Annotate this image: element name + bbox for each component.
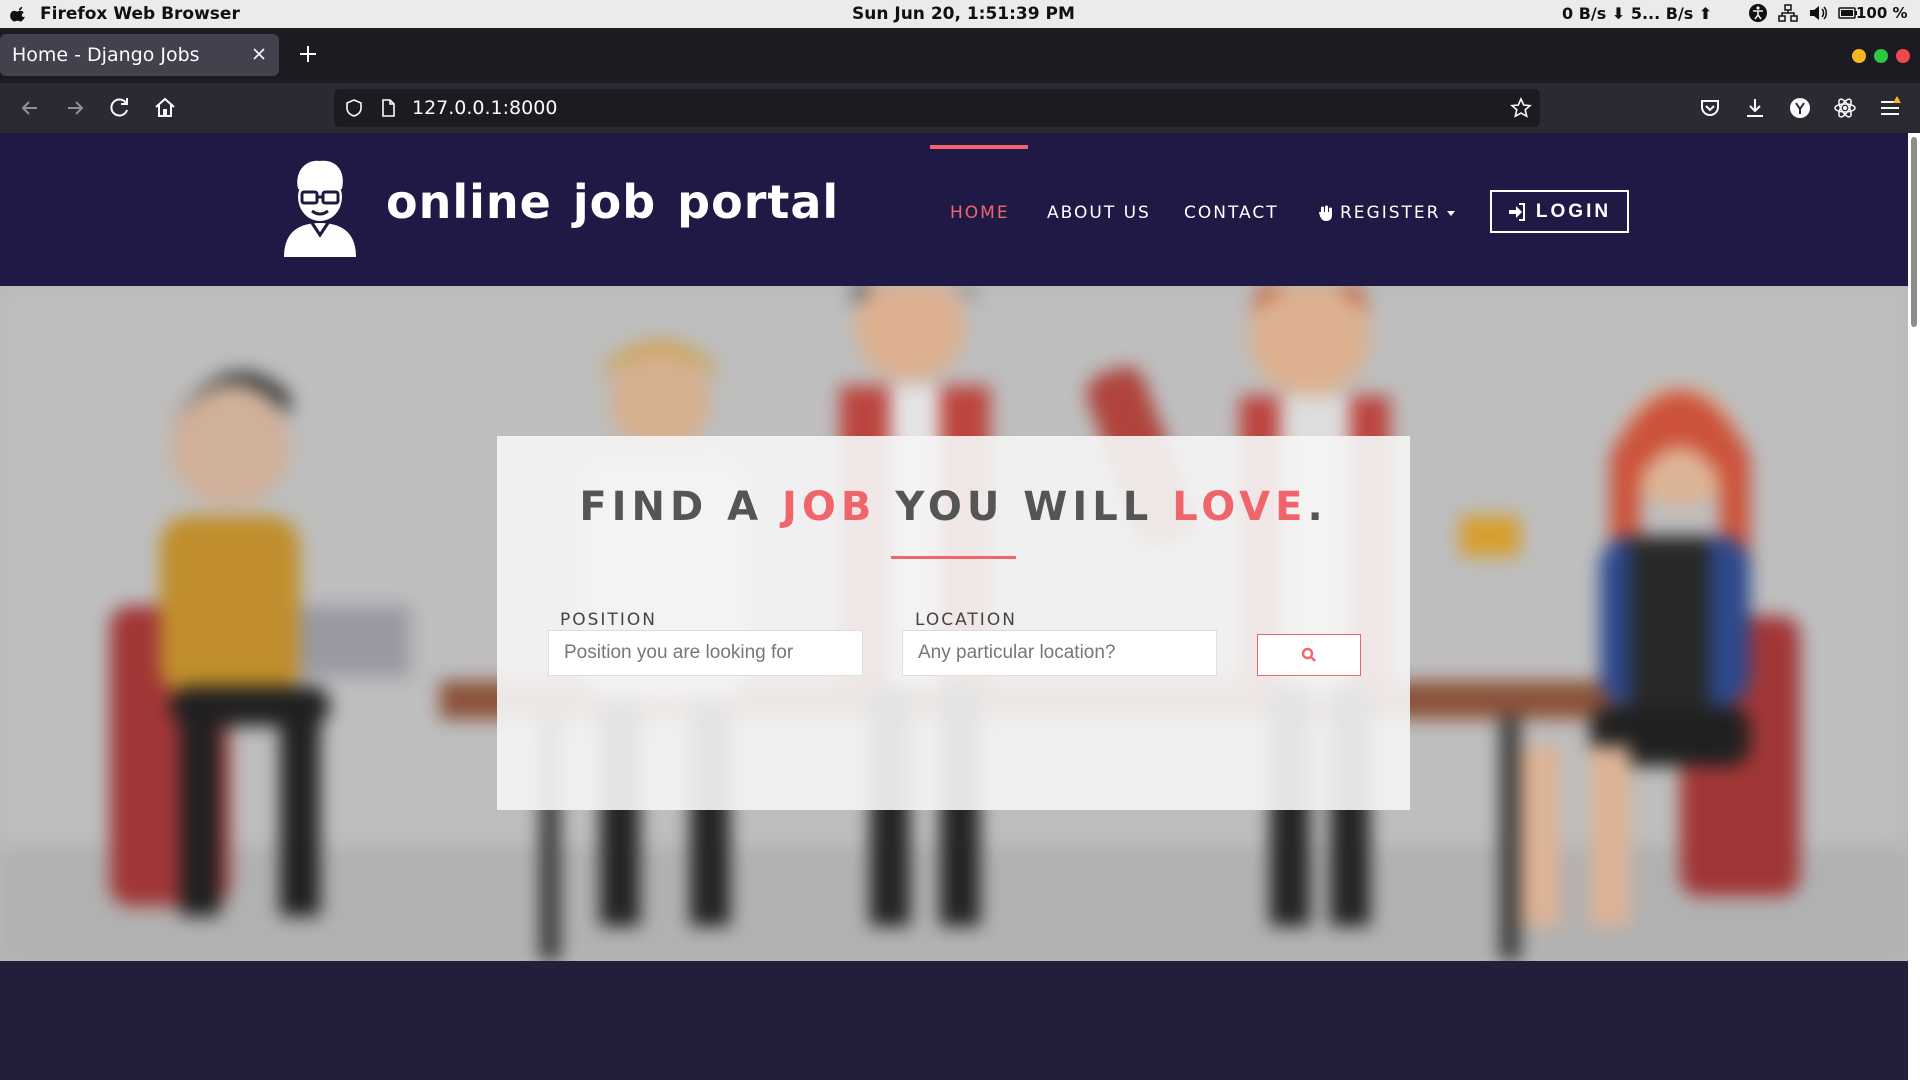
react-devtools-icon[interactable] [1832, 95, 1858, 121]
tab-title: Home - Django Jobs [12, 44, 200, 66]
headline-part-1: FIND A [579, 484, 783, 530]
job-search-panel: FIND A JOB YOU WILL LOVE. POSITION LOCAT… [497, 436, 1410, 810]
nav-home[interactable]: HOME [950, 203, 1010, 223]
nav-contact[interactable]: CONTACT [1184, 203, 1279, 223]
login-label: LOGIN [1535, 200, 1612, 222]
site-header: online job portal HOME ABOUT US CONTACT … [0, 133, 1908, 286]
menu-icon[interactable] [1877, 95, 1903, 121]
browser-tab[interactable]: Home - Django Jobs [0, 34, 279, 76]
nav-register-dropdown[interactable]: REGISTER [1316, 203, 1456, 223]
caret-down-icon [1447, 211, 1456, 216]
home-icon[interactable] [152, 95, 178, 121]
active-nav-indicator [930, 145, 1028, 149]
register-label: REGISTER [1340, 203, 1441, 223]
sign-in-icon [1508, 202, 1525, 221]
page-scrollbar[interactable] [1908, 133, 1920, 1080]
battery-percentage: 100 % [1856, 4, 1908, 22]
forward-arrow-icon[interactable] [62, 95, 88, 121]
new-tab-icon[interactable] [296, 42, 320, 66]
app-name[interactable]: Firefox Web Browser [40, 4, 240, 24]
location-label: LOCATION [915, 610, 1017, 630]
browser-toolbar: 127.0.0.1:8000 [0, 83, 1920, 133]
apple-icon[interactable] [10, 4, 28, 22]
nav-about-us[interactable]: ABOUT US [1047, 203, 1151, 223]
close-icon[interactable] [250, 45, 268, 63]
volume-icon[interactable] [1808, 3, 1828, 23]
login-button[interactable]: LOGIN [1490, 190, 1629, 233]
bookmark-star-icon[interactable] [1510, 97, 1532, 119]
extension-y-icon[interactable] [1787, 95, 1813, 121]
position-input[interactable] [548, 630, 863, 676]
window-controls [1852, 49, 1910, 63]
minimize-button[interactable] [1852, 49, 1866, 63]
shield-icon[interactable] [344, 98, 364, 118]
headline-period: . [1307, 484, 1328, 530]
back-arrow-icon[interactable] [17, 95, 43, 121]
hand-pointer-icon [1319, 205, 1332, 221]
os-top-bar: Firefox Web Browser Sun Jun 20, 1:51:39 … [0, 0, 1920, 28]
accessibility-icon[interactable] [1748, 3, 1768, 23]
headline-job: JOB [782, 484, 877, 530]
browser-tab-bar: Home - Django Jobs [0, 28, 1920, 83]
hero-section: FIND A JOB YOU WILL LOVE. POSITION LOCAT… [0, 286, 1908, 961]
network-speed: 0 B/s ⬇ 5... B/s ⬆ [1562, 4, 1713, 23]
reload-icon[interactable] [107, 95, 133, 121]
system-tray [1748, 3, 1858, 23]
logo-person-icon[interactable] [280, 159, 360, 257]
maximize-button[interactable] [1874, 49, 1888, 63]
download-icon[interactable] [1742, 95, 1768, 121]
hero-headline: FIND A JOB YOU WILL LOVE. [497, 484, 1410, 530]
site-logo-text[interactable]: online job portal [386, 175, 839, 229]
headline-love: LOVE [1172, 484, 1308, 530]
network-icon[interactable] [1778, 3, 1798, 23]
pocket-icon[interactable] [1697, 95, 1723, 121]
location-input[interactable] [902, 630, 1217, 676]
search-icon [1301, 647, 1316, 662]
page-viewport: online job portal HOME ABOUT US CONTACT … [0, 133, 1908, 1080]
position-label: POSITION [560, 610, 657, 630]
url-bar[interactable]: 127.0.0.1:8000 [334, 89, 1540, 127]
battery-icon[interactable] [1838, 3, 1858, 23]
headline-part-2: YOU WILL [876, 484, 1173, 530]
page-icon[interactable] [378, 98, 398, 118]
search-button[interactable] [1257, 634, 1361, 676]
headline-underline [891, 556, 1016, 559]
clock[interactable]: Sun Jun 20, 1:51:39 PM [852, 4, 1075, 24]
url-text[interactable]: 127.0.0.1:8000 [412, 97, 557, 119]
close-window-button[interactable] [1896, 49, 1910, 63]
scrollbar-thumb[interactable] [1911, 137, 1917, 327]
